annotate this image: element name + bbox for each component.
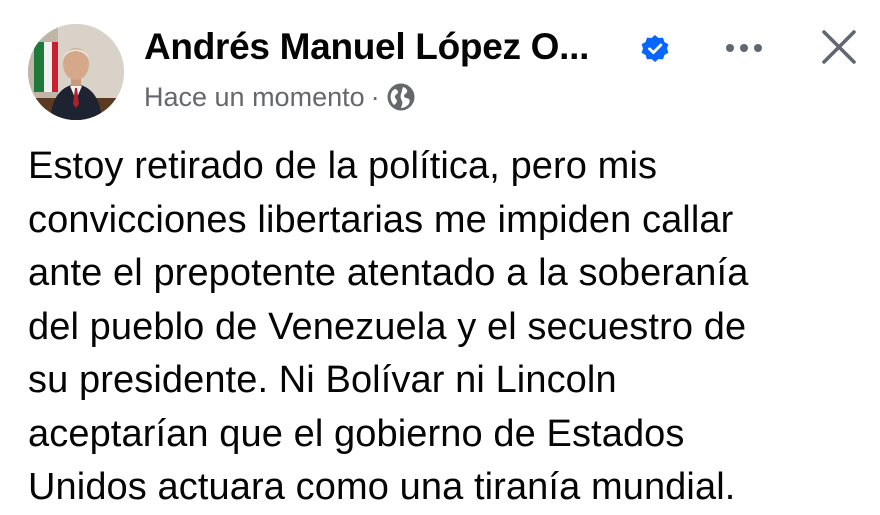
post-text-line: ante el prepotente atentado a la soberan… bbox=[28, 252, 749, 294]
post-timestamp[interactable]: Hace un momento bbox=[144, 82, 365, 113]
globe-icon[interactable] bbox=[386, 82, 416, 112]
post-text-line: aceptarían que el gobierno de Estados bbox=[28, 412, 685, 455]
more-options-icon bbox=[726, 44, 762, 52]
post-text-line: del pueblo de Venezuela y el secuestro d… bbox=[28, 305, 747, 348]
post-text-line: convicciones libertarias me impiden call… bbox=[28, 198, 734, 241]
facebook-post: Andrés Manuel López O... Hace un momento… bbox=[0, 0, 880, 512]
close-button[interactable] bbox=[818, 26, 860, 68]
post-text-line: Estoy retirado de la política, pero mis bbox=[28, 145, 658, 187]
close-icon bbox=[822, 30, 856, 64]
author-name[interactable]: Andrés Manuel López O... bbox=[144, 26, 589, 68]
avatar-photo bbox=[28, 24, 124, 120]
author-avatar[interactable] bbox=[28, 24, 124, 120]
more-options-button[interactable] bbox=[716, 30, 772, 66]
meta-separator: · bbox=[370, 81, 380, 112]
post-header: Andrés Manuel López O... Hace un momento… bbox=[28, 24, 856, 120]
post-text-line: su presidente. Ni Bolívar ni Lincoln bbox=[28, 359, 617, 401]
post-meta: Hace un momento · bbox=[144, 80, 416, 114]
verified-badge-icon bbox=[641, 35, 669, 62]
post-text-line: Unidos actuara como una tiranía mundial. bbox=[28, 466, 736, 508]
post-body-text: Estoy retirado de la política, pero mis … bbox=[28, 140, 858, 515]
